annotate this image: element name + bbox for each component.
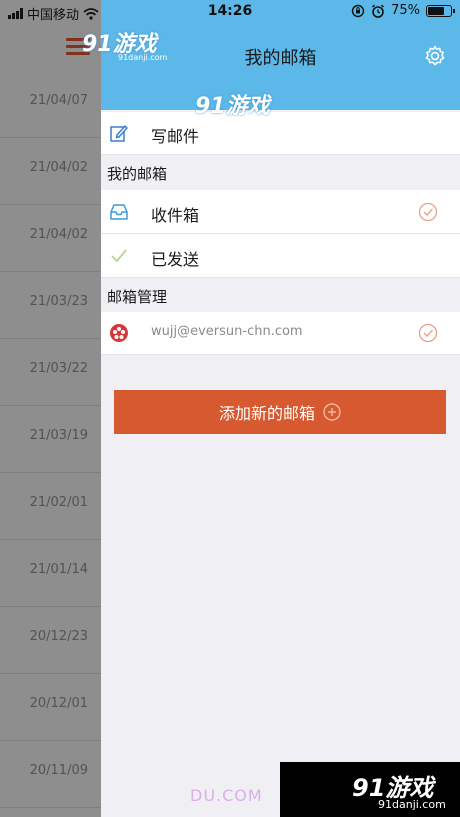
watermark-faint-text: DU.COM <box>190 786 263 805</box>
orientation-lock-icon <box>351 4 365 17</box>
compose-icon <box>110 125 128 142</box>
inbox-label: 收件箱 <box>151 206 200 225</box>
battery-icon <box>426 4 455 17</box>
sent-label: 已发送 <box>151 250 200 269</box>
inbox-check-icon[interactable] <box>418 202 438 222</box>
section-mailbox-management: 邮箱管理 <box>107 288 168 306</box>
watermark-url-middle: 91danji.com <box>232 115 282 124</box>
watermark-url-top: 91danji.com <box>118 53 168 62</box>
plus-circle-icon <box>323 403 341 421</box>
status-bar: 中国移动 14:26 75% <box>0 0 460 24</box>
checkmark-icon <box>111 249 127 263</box>
gear-icon[interactable] <box>423 44 447 68</box>
section-my-mailbox: 我的邮箱 <box>107 165 168 183</box>
account-flower-icon <box>110 324 128 342</box>
alarm-icon <box>372 4 385 18</box>
sent-row[interactable]: 已发送 <box>101 234 460 278</box>
compose-label: 写邮件 <box>151 127 200 146</box>
add-new-mailbox-button[interactable]: 添加新的邮箱 <box>114 390 446 434</box>
battery-percent: 75% <box>391 3 420 18</box>
account-check-icon[interactable] <box>418 323 438 343</box>
watermark-url-bottom: 91danji.com <box>378 798 446 811</box>
add-new-mailbox-label: 添加新的邮箱 <box>218 404 315 423</box>
account-email: wujj@eversun-chn.com <box>151 324 303 339</box>
inbox-row[interactable]: 收件箱 <box>101 190 460 234</box>
inbox-icon <box>110 204 128 220</box>
watermark-badge-bottom: 91游戏 91danji.com <box>280 762 460 817</box>
account-row[interactable]: wujj@eversun-chn.com <box>101 312 460 355</box>
